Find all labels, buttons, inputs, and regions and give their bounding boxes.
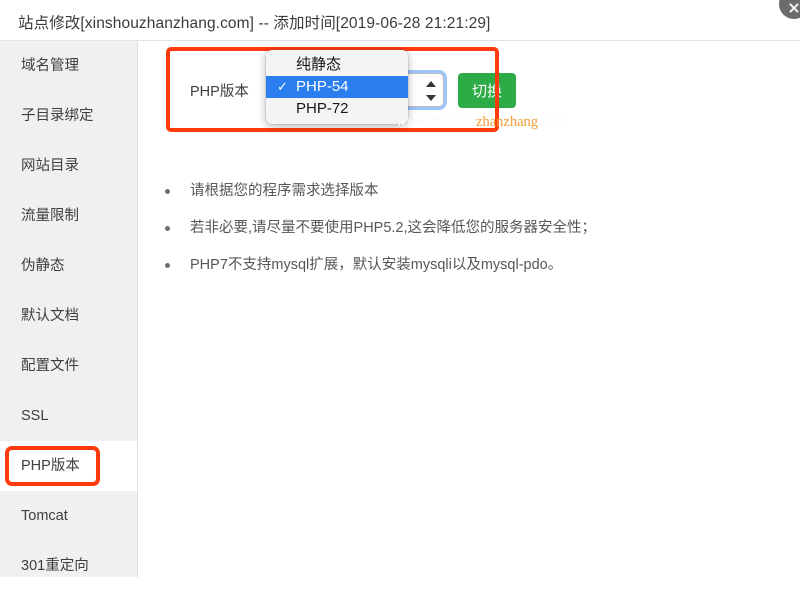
note-text: PHP7不支持mysql扩展，默认安装mysqli以及mysql-pdo。 (190, 257, 563, 273)
note-item-0: 请根据您的程序需求选择版本 (152, 181, 752, 201)
chevron-down-icon[interactable] (426, 95, 436, 101)
main-content: PHP版本 切换 纯静态 ✓ PHP-54 PHP-72 www.xinshouzha… (139, 41, 800, 577)
sidebar-item-10[interactable]: 301重定向 (0, 541, 137, 591)
sidebar: 域名管理子目录绑定网站目录流量限制伪静态默认文档配置文件 SSL PHP版本 Tomc… (0, 41, 138, 577)
note-item-1: 若非必要,请尽量不要使用PHP5.2,这会降低您的服务器安全性； (152, 218, 752, 238)
dropdown-option-label: 纯静态 (296, 56, 342, 73)
sidebar-item-label: 流量限制 (21, 208, 79, 224)
sidebar-item-label: 伪静态 (21, 258, 65, 274)
bullet-icon (165, 263, 170, 268)
dialog-header: 站点修改[xinshouzhanzhang.com] -- 添加时间[2019-… (0, 0, 800, 41)
sidebar-item-3[interactable]: 流量限制 (0, 191, 137, 241)
sidebar-item-7[interactable]: SSL (0, 391, 137, 441)
watermark-suffix: .com (538, 114, 567, 130)
sidebar-item-8[interactable]: PHP版本 (0, 441, 137, 491)
sidebar-item-label: 域名管理 (21, 58, 79, 74)
sidebar-item-0[interactable]: 域名管理 (0, 41, 137, 91)
stepper-arrows[interactable] (426, 81, 437, 101)
dropdown-option-label: PHP-54 (296, 78, 349, 95)
php-version-label: PHP版本 (190, 84, 249, 100)
sidebar-item-9[interactable]: Tomcat (0, 491, 137, 541)
sidebar-item-label: 配置文件 (21, 358, 79, 374)
dropdown-option-0[interactable]: 纯静态 (266, 54, 408, 76)
check-icon: ✓ (277, 79, 288, 94)
sidebar-item-label: 网站目录 (21, 158, 79, 174)
dropdown-option-2[interactable]: PHP-72 (266, 98, 408, 120)
dropdown-option-1[interactable]: ✓ PHP-54 (266, 76, 408, 98)
dropdown-option-label: PHP-72 (296, 100, 349, 117)
sidebar-item-label: SSL (21, 408, 49, 424)
sidebar-item-label: 子目录绑定 (21, 108, 94, 124)
note-text: 请根据您的程序需求选择版本 (190, 183, 379, 199)
page-title: 站点修改[xinshouzhanzhang.com] -- 添加时间[2019-… (18, 15, 491, 32)
sidebar-item-4[interactable]: 伪静态 (0, 241, 137, 291)
notes-list: 请根据您的程序需求选择版本若非必要,请尽量不要使用PHP5.2,这会降低您的服务… (152, 181, 752, 292)
sidebar-item-1[interactable]: 子目录绑定 (0, 91, 137, 141)
sidebar-item-5[interactable]: 默认文档 (0, 291, 137, 341)
site-modify-dialog: 站点修改[xinshouzhanzhang.com] -- 添加时间[2019-… (0, 0, 800, 577)
switch-button[interactable]: 切换 (458, 73, 516, 108)
sidebar-item-label: Tomcat (21, 508, 68, 524)
sidebar-item-label: 默认文档 (21, 308, 79, 324)
close-icon[interactable] (779, 0, 800, 19)
note-item-2: PHP7不支持mysql扩展，默认安装mysqli以及mysql-pdo。 (152, 255, 752, 275)
bullet-icon (165, 189, 170, 194)
bullet-icon (165, 226, 170, 231)
sidebar-item-6[interactable]: 配置文件 (0, 341, 137, 391)
sidebar-item-label: PHP版本 (21, 458, 80, 474)
note-text: 若非必要,请尽量不要使用PHP5.2,这会降低您的服务器安全性； (190, 220, 597, 236)
chevron-up-icon[interactable] (426, 81, 436, 87)
php-version-dropdown-menu[interactable]: 纯静态 ✓ PHP-54 PHP-72 (266, 50, 408, 124)
sidebar-item-2[interactable]: 网站目录 (0, 141, 137, 191)
sidebar-item-label: 301重定向 (21, 558, 89, 574)
